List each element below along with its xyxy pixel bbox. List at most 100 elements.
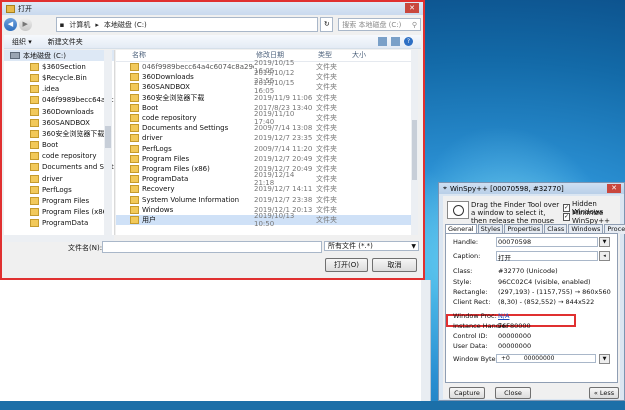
file-type: 文件夹: [316, 93, 337, 102]
background-scrollbar[interactable]: [421, 280, 430, 401]
tree-item-label: ProgramData: [42, 219, 89, 228]
file-type: 文件夹: [316, 215, 337, 224]
handle-value: 00070598: [498, 238, 532, 246]
file-date: 2019/12/7 23:35: [254, 134, 313, 143]
file-row[interactable]: 360安全浏览器下载 2019/11/9 11:06 文件夹: [116, 93, 418, 103]
file-row[interactable]: code repository 2019/11/10 17:40 文件夹: [116, 110, 418, 126]
search-input[interactable]: 搜索 本地磁盘 (C:) ⚲: [338, 18, 422, 31]
file-row[interactable]: System Volume Information 2019/12/7 23:38…: [116, 194, 418, 204]
tree-item[interactable]: Program Files: [4, 195, 114, 206]
chevron-down-icon: ▼: [411, 243, 416, 250]
file-list: 名称 修改日期 类型 大小 046f9989becc64a4c6074c8a29…: [116, 50, 418, 235]
close-icon[interactable]: ✕: [607, 184, 621, 193]
folder-icon: [30, 62, 39, 71]
tree-item[interactable]: PerfLogs: [4, 184, 114, 195]
tree-item[interactable]: Program Files (x86): [4, 207, 114, 218]
tree-item[interactable]: .idea: [4, 84, 114, 95]
crosshair-icon: [453, 205, 464, 216]
winspy-app-icon: ⌖: [443, 184, 447, 192]
folder-icon: [30, 174, 39, 183]
folder-icon: [30, 107, 39, 116]
help-icon[interactable]: ?: [404, 37, 413, 46]
file-row[interactable]: driver 2019/12/7 23:35 文件夹: [116, 133, 418, 143]
folder-icon: [130, 164, 139, 173]
window-bytes-select[interactable]: +0 00000000: [496, 354, 596, 363]
minimize-checkbox[interactable]: ✓ Minimize WinSpy++: [563, 209, 620, 225]
preview-pane-icon[interactable]: [391, 37, 400, 46]
tree-item-label: 本地磁盘 (C:): [23, 51, 66, 60]
folder-icon: [130, 205, 139, 214]
file-row[interactable]: 用户 2019/10/13 10:50 文件夹: [116, 212, 418, 228]
tree-item-label: Program Files (x86): [42, 208, 110, 217]
file-type: 文件夹: [316, 185, 337, 194]
tree-item[interactable]: 046f9989becc64a4c6074(: [4, 95, 114, 106]
filename-input[interactable]: [102, 241, 322, 253]
address-bar[interactable]: ▪ 计算机 ▸ 本地磁盘 (C:): [55, 17, 319, 32]
column-type[interactable]: 类型: [318, 50, 352, 61]
file-row[interactable]: PerfLogs 2009/7/14 11:20 文件夹: [116, 144, 418, 154]
column-name[interactable]: 名称: [116, 50, 256, 61]
dialog-titlebar[interactable]: 打开 ✕: [2, 2, 423, 15]
view-options-icon[interactable]: [378, 37, 387, 46]
file-name: driver: [142, 134, 163, 143]
tree-item-label: 360Downloads: [42, 107, 94, 116]
refresh-button[interactable]: ↻: [320, 17, 334, 32]
tree-scrollbar-thumb[interactable]: [105, 126, 111, 148]
tree-item[interactable]: 360Downloads: [4, 106, 114, 117]
less-button[interactable]: « Less: [589, 387, 619, 399]
tree-item[interactable]: code repository: [4, 151, 114, 162]
tree-item[interactable]: Documents and Settings: [4, 162, 114, 173]
back-button[interactable]: ◀: [4, 18, 17, 31]
file-type: 文件夹: [316, 73, 337, 82]
control-id-value: 00000000: [498, 332, 532, 340]
file-date: 2019/11/9 11:06: [254, 93, 313, 102]
capture-button[interactable]: Capture: [449, 387, 485, 399]
tree-item[interactable]: Boot: [4, 140, 114, 151]
filename-row: 文件名(N): 所有文件 (*.*) ▼: [4, 241, 421, 253]
client-rect-value: (8,30) - (852,552) → 844x522: [498, 298, 595, 306]
file-type: 文件夹: [316, 164, 337, 173]
file-row[interactable]: Program Files 2019/12/7 20:49 文件夹: [116, 154, 418, 164]
file-row[interactable]: Documents and Settings 2009/7/14 13:08 文件夹: [116, 123, 418, 133]
folder-icon: [30, 118, 39, 127]
forward-button[interactable]: ▶: [18, 18, 32, 31]
file-type-filter[interactable]: 所有文件 (*.*) ▼: [324, 241, 419, 251]
tree-item[interactable]: driver: [4, 173, 114, 184]
file-date: 2009/7/14 13:08: [254, 124, 313, 133]
file-row[interactable]: Recovery 2019/12/7 14:11 文件夹: [116, 184, 418, 194]
folder-icon: [130, 185, 139, 194]
tree-item[interactable]: $360Section: [4, 61, 114, 72]
column-size[interactable]: 大小: [352, 50, 392, 61]
style-label: Style:: [453, 278, 472, 286]
finder-tool[interactable]: [447, 201, 469, 219]
tree-item[interactable]: $Recycle.Bin: [4, 72, 114, 83]
tree-item[interactable]: 360SANDBOX: [4, 117, 114, 128]
control-id-label: Control ID:: [453, 332, 488, 340]
handle-dropdown[interactable]: ▼: [599, 237, 610, 247]
tree-item-label: $Recycle.Bin: [42, 73, 87, 82]
chevron-down-icon[interactable]: ▼: [599, 354, 610, 364]
list-scrollbar-thumb[interactable]: [412, 120, 417, 180]
organize-button[interactable]: 组织 ▾: [12, 37, 32, 47]
breadcrumb-drive[interactable]: 本地磁盘 (C:): [104, 20, 147, 30]
cancel-button[interactable]: 取消: [372, 258, 417, 272]
tree-item[interactable]: 360安全浏览器下载: [4, 128, 114, 139]
winspy-titlebar[interactable]: ⌖ WinSpy++ [00070598, #32770] ✕: [439, 183, 624, 194]
tree-item-label: .idea: [42, 85, 60, 94]
caption-set-button[interactable]: ◂: [599, 251, 610, 261]
new-folder-button[interactable]: 新建文件夹: [48, 37, 83, 47]
tree-item-drive[interactable]: 本地磁盘 (C:): [4, 50, 114, 62]
file-row[interactable]: ProgramData 2019/12/14 21:18 文件夹: [116, 171, 418, 187]
open-file-dialog: 打开 ✕ ◀ ▶ ▪ 计算机 ▸ 本地磁盘 (C:) ↻ 搜索 本地磁盘 (C:…: [0, 0, 425, 280]
close-icon[interactable]: ✕: [405, 3, 419, 13]
file-name: Windows: [142, 205, 174, 214]
folder-icon: [130, 134, 139, 143]
window-proc-link[interactable]: N/A: [498, 312, 510, 320]
open-button[interactable]: 打开(O): [325, 258, 368, 272]
caption-field[interactable]: [496, 251, 598, 261]
folder-icon: [130, 103, 139, 112]
breadcrumb-computer[interactable]: 计算机: [69, 20, 90, 30]
close-button[interactable]: Close: [495, 387, 531, 399]
tree-item[interactable]: ProgramData: [4, 218, 114, 229]
file-row[interactable]: 360SANDBOX 2019/10/15 16:05 文件夹: [116, 79, 418, 95]
